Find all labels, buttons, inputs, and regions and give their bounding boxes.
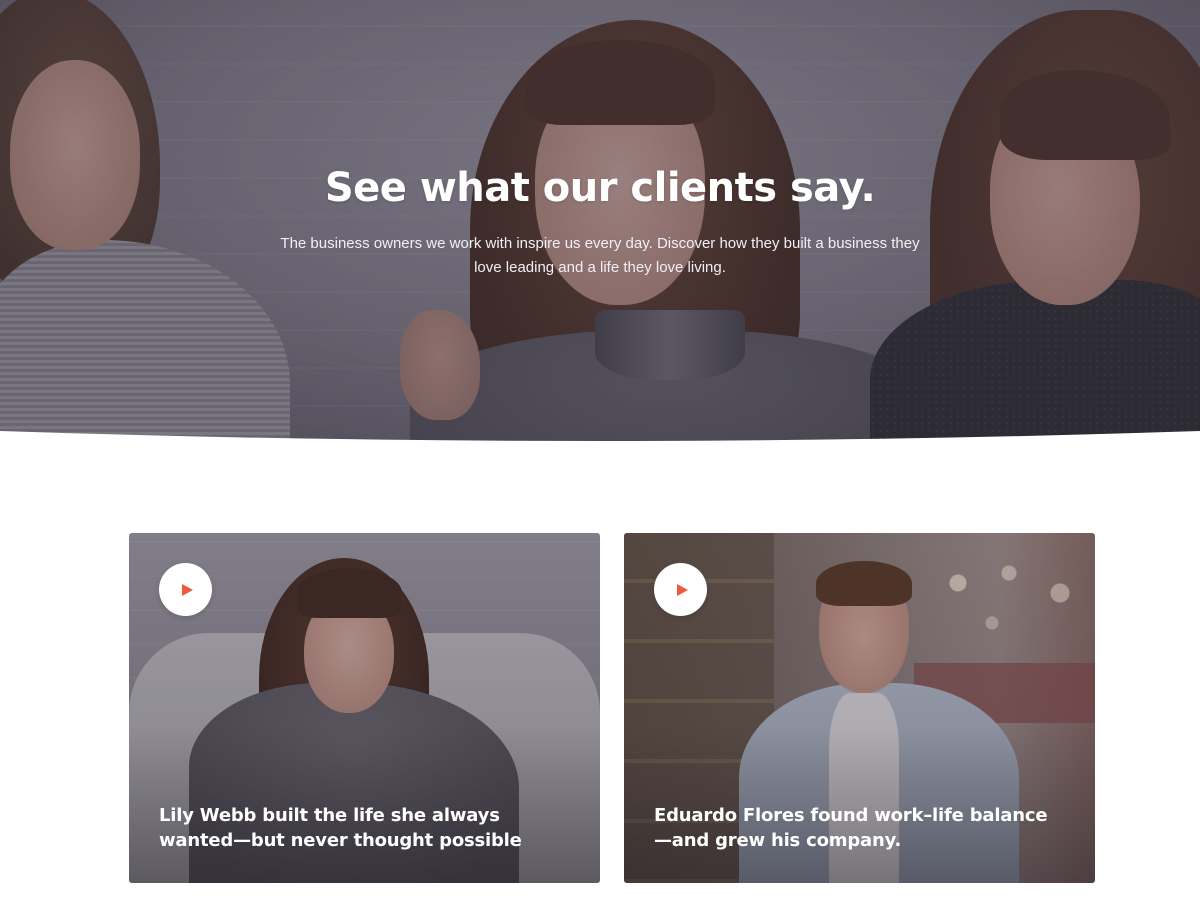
- testimonial-caption: Eduardo Flores found work–life balance—a…: [654, 805, 1048, 851]
- testimonial-card-eduardo-flores[interactable]: Eduardo Flores found work–life balance—a…: [624, 533, 1095, 883]
- play-icon: [181, 583, 193, 596]
- hero-bottom-curve: [0, 431, 1200, 445]
- play-icon: [676, 583, 688, 596]
- testimonial-cards: Lily Webb built the life she always want…: [129, 533, 1095, 883]
- hero-title: See what our clients say.: [324, 165, 876, 211]
- hero-section: See what our clients say. The business o…: [0, 0, 1200, 445]
- testimonial-card-lily-webb[interactable]: Lily Webb built the life she always want…: [129, 533, 600, 883]
- testimonial-caption: Lily Webb built the life she always want…: [159, 805, 522, 851]
- hero-subtitle: The business owners we work with inspire…: [280, 235, 920, 276]
- hero-content: See what our clients say. The business o…: [0, 160, 1200, 280]
- play-video-button[interactable]: [654, 563, 707, 616]
- play-video-button[interactable]: [159, 563, 212, 616]
